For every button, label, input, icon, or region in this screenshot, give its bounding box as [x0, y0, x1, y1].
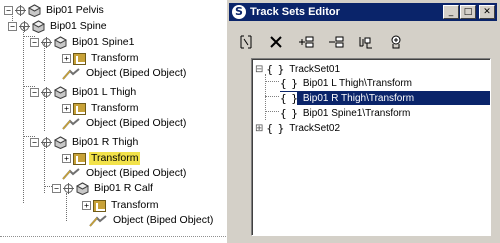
track-sets-list[interactable]: ⊟ { } TrackSet01 { } Bip01 L Thigh\Trans…	[251, 58, 491, 236]
expand-toggle[interactable]: +	[62, 154, 71, 163]
transform-controller-icon	[73, 102, 86, 115]
track-row[interactable]: { } Bip01 Spine1\Transform	[280, 106, 413, 120]
biped-object-icon	[27, 4, 42, 18]
title-bar[interactable]: S Track Sets Editor _ □ ✕	[229, 3, 497, 21]
tree-node-label: Bip01 L Thigh	[72, 86, 137, 98]
collapse-toggle[interactable]: −	[8, 22, 17, 31]
collapse-toggle[interactable]: −	[52, 184, 61, 193]
tree-node[interactable]: − Bip01 Pelvis	[4, 3, 106, 18]
tree-node-label: Transform	[89, 152, 141, 165]
tree-node-label: Object (Biped Object)	[113, 214, 214, 226]
biped-subobject-icon	[88, 214, 108, 227]
maximize-button[interactable]: □	[460, 5, 476, 19]
expand-toggle[interactable]: +	[62, 54, 71, 63]
tree-node[interactable]: − Bip01 Spine1	[30, 35, 136, 50]
tree-node[interactable]: + Transform	[62, 51, 140, 66]
tree-node-label: Bip01 Pelvis	[46, 4, 104, 16]
get-selected-icon[interactable]	[385, 33, 407, 51]
tree-node-label: Transform	[111, 199, 159, 211]
biped-object-icon	[53, 36, 68, 50]
tree-node[interactable]: Object (Biped Object)	[88, 213, 215, 228]
trackset-icon: { }	[266, 121, 284, 135]
collapse-toggle[interactable]: −	[30, 138, 39, 147]
tree-node[interactable]: − Bip01 R Thigh	[30, 135, 140, 150]
biped-object-icon	[75, 182, 90, 196]
tree-connector	[23, 27, 24, 203]
biped-object-icon	[53, 86, 68, 100]
expand-toggle[interactable]: ⊞	[255, 123, 263, 134]
window-title: Track Sets Editor	[250, 6, 340, 18]
tree-node[interactable]: Object (Biped Object)	[61, 166, 188, 181]
add-tracks-icon[interactable]	[295, 33, 317, 51]
tree-node-highlighted[interactable]: + Transform	[62, 151, 141, 166]
remove-tracks-icon[interactable]	[325, 33, 347, 51]
transform-controller-icon	[73, 52, 86, 65]
list-connector	[265, 81, 279, 82]
tree-node[interactable]: − Bip01 Spine	[8, 19, 109, 34]
tree-node[interactable]: Object (Biped Object)	[61, 66, 188, 81]
tree-node[interactable]: Object (Biped Object)	[61, 116, 188, 131]
track-row[interactable]: { } Bip01 L Thigh\Transform	[280, 76, 415, 90]
expand-controllers-icon[interactable]	[63, 183, 74, 194]
tree-scroll-edge	[0, 236, 230, 243]
tree-node-label: Object (Biped Object)	[86, 67, 187, 79]
biped-object-icon	[53, 136, 68, 150]
track-icon: { }	[280, 91, 298, 105]
highlight-tracks-icon[interactable]	[355, 33, 377, 51]
trackset-row[interactable]: ⊞ { } TrackSet02	[255, 121, 343, 135]
track-icon: { }	[280, 76, 298, 90]
collapse-toggle[interactable]: −	[30, 88, 39, 97]
tree-node[interactable]: − Bip01 R Calf	[52, 181, 155, 196]
track-sets-editor-window: S Track Sets Editor _ □ ✕ ⊟ { } TrackSet…	[226, 0, 500, 243]
trackset-label: TrackSet01	[289, 63, 341, 75]
tree-node-label: Transform	[91, 102, 139, 114]
expand-controllers-icon[interactable]	[41, 87, 52, 98]
trackset-row[interactable]: ⊟ { } TrackSet01	[255, 62, 343, 76]
app-icon: S	[232, 5, 246, 19]
tree-node[interactable]: + Transform	[82, 198, 160, 213]
transform-controller-icon	[93, 199, 106, 212]
tree-node-label: Object (Biped Object)	[86, 117, 187, 129]
track-label: Bip01 Spine1\Transform	[302, 107, 411, 119]
list-connector	[265, 111, 279, 112]
biped-subobject-icon	[61, 67, 81, 80]
expand-controllers-icon[interactable]	[41, 37, 52, 48]
collapse-toggle[interactable]: −	[4, 6, 13, 15]
track-icon: { }	[280, 106, 298, 120]
minimize-button[interactable]: _	[443, 5, 459, 19]
transform-controller-icon	[73, 152, 86, 165]
tree-node-label: Bip01 Spine	[50, 20, 107, 32]
expand-controllers-icon[interactable]	[19, 21, 30, 32]
track-label: Bip01 L Thigh\Transform	[302, 77, 413, 89]
tree-node-label: Bip01 R Thigh	[72, 136, 139, 148]
close-button[interactable]: ✕	[479, 5, 495, 19]
list-connector	[265, 96, 279, 97]
tree-connector	[66, 193, 67, 221]
collapse-toggle[interactable]: −	[30, 38, 39, 47]
biped-subobject-icon	[61, 167, 81, 180]
delete-icon[interactable]	[265, 33, 287, 51]
expand-controllers-icon[interactable]	[15, 5, 26, 16]
toolbar	[235, 32, 415, 52]
biped-subobject-icon	[61, 117, 81, 130]
tree-node-label: Transform	[91, 52, 139, 64]
expand-toggle[interactable]: +	[82, 201, 91, 210]
biped-object-icon	[31, 20, 46, 34]
expand-controllers-icon[interactable]	[41, 137, 52, 148]
select-tracks-icon[interactable]	[235, 33, 257, 51]
tree-node-label: Bip01 Spine1	[72, 36, 135, 48]
trackset-icon: { }	[266, 62, 284, 76]
track-label: Bip01 R Thigh\Transform	[300, 91, 418, 105]
collapse-toggle[interactable]: ⊟	[255, 64, 263, 75]
expand-toggle[interactable]: +	[62, 104, 71, 113]
tree-node-label: Object (Biped Object)	[86, 167, 187, 179]
trackset-label: TrackSet02	[289, 122, 341, 134]
hierarchy-tree: − Bip01 Pelvis − Bip01 Spine − Bip01 Spi…	[0, 0, 230, 243]
track-row-selected[interactable]: { } Bip01 R Thigh\Transform	[280, 91, 490, 105]
window-controls: _ □ ✕	[442, 5, 495, 19]
tree-node[interactable]: + Transform	[62, 101, 140, 116]
tree-node-label: Bip01 R Calf	[94, 182, 153, 194]
tree-node[interactable]: − Bip01 L Thigh	[30, 85, 138, 100]
